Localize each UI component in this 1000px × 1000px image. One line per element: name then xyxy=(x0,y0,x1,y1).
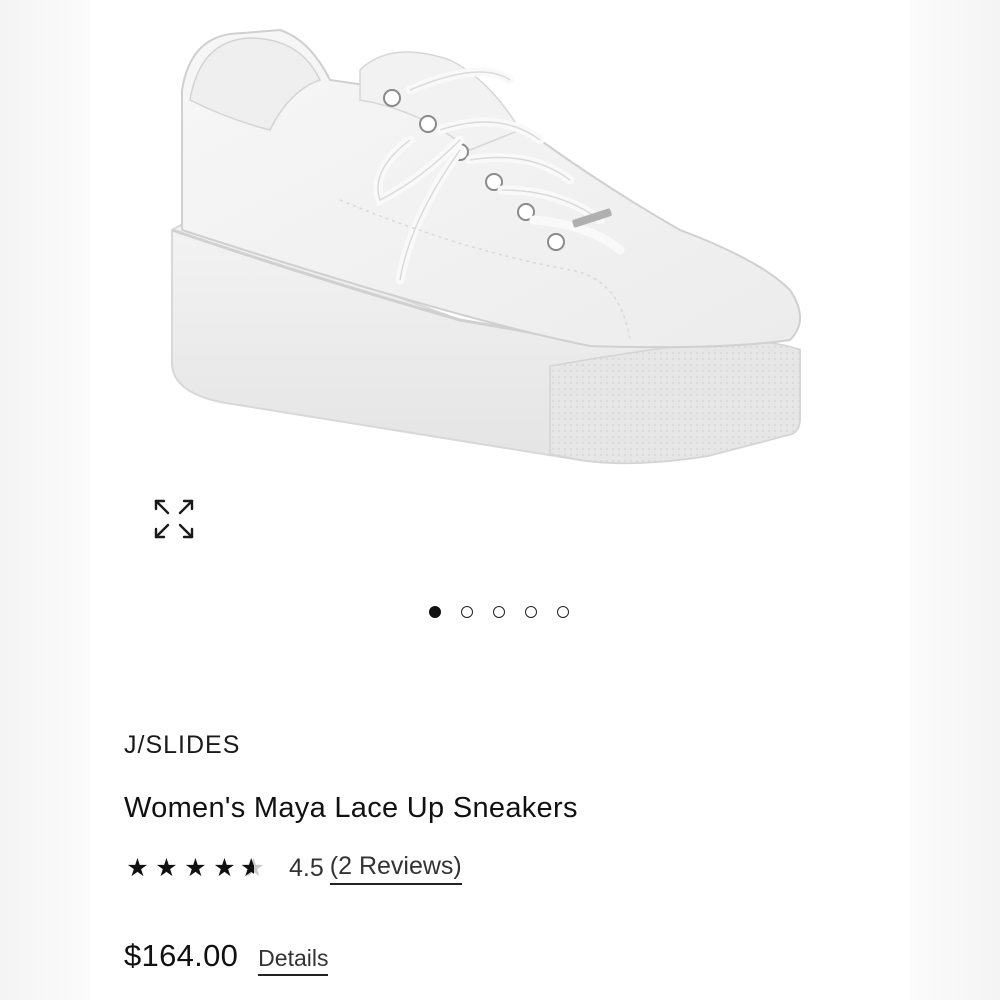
star-icon: ★ ★ xyxy=(240,854,265,882)
gallery-dot-4[interactable] xyxy=(525,606,537,618)
star-icon: ★ xyxy=(184,854,207,882)
star-icon: ★ xyxy=(213,854,236,882)
gallery-dot-3[interactable] xyxy=(493,606,505,618)
product-title: Women's Maya Lace Up Sneakers xyxy=(124,792,578,824)
expand-arrows-icon xyxy=(154,499,194,539)
price: $164.00 xyxy=(124,938,239,973)
left-edge-shade xyxy=(0,0,90,1000)
product-info: J/SLIDES Women's Maya Lace Up Sneakers ★… xyxy=(124,728,884,976)
rating-value: 4.5 xyxy=(289,853,324,882)
price-row: $164.00 Details xyxy=(124,938,884,976)
product-image[interactable] xyxy=(160,20,840,480)
gallery-dot-5[interactable] xyxy=(557,606,569,618)
details-link[interactable]: Details xyxy=(258,945,329,976)
gallery-pagination xyxy=(90,606,910,618)
star-rating: ★ ★ ★ ★ ★ ★ xyxy=(124,853,267,883)
star-half-fill: ★ xyxy=(240,854,254,882)
product-page: J/SLIDES Women's Maya Lace Up Sneakers ★… xyxy=(0,0,1000,1000)
reviews-link[interactable]: (2 Reviews) xyxy=(329,852,462,885)
brand-name[interactable]: J/SLIDES xyxy=(124,728,884,762)
right-edge-shade xyxy=(910,0,1000,1000)
gallery-dot-1[interactable] xyxy=(429,606,441,618)
rating-row: ★ ★ ★ ★ ★ ★ 4.5 (2 Reviews) xyxy=(124,850,884,886)
product-gallery[interactable] xyxy=(90,0,910,690)
star-icon: ★ xyxy=(155,854,178,882)
star-icon: ★ xyxy=(126,854,149,882)
gallery-dot-2[interactable] xyxy=(461,606,473,618)
expand-image-button[interactable] xyxy=(152,497,196,541)
